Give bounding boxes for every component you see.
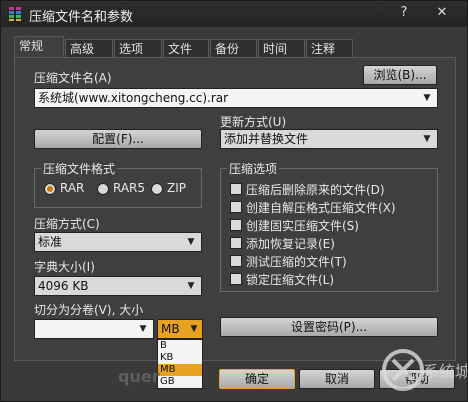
profiles-button[interactable]: 配置(F)... — [34, 129, 202, 149]
dialog-window: 压缩文件名和参数 ? ✕ 常规 高级 选项 文件 备份 时间 注释 压缩文件名(… — [0, 0, 468, 402]
title-bar: 压缩文件名和参数 ? ✕ — [1, 1, 467, 27]
chevron-down-icon[interactable]: ▼ — [137, 320, 149, 338]
archive-name-field[interactable]: 系统城(www.xitongcheng.cc).rar ▼ — [34, 88, 438, 108]
method-label: 压缩方式(C) — [34, 217, 100, 231]
winrar-app-icon — [9, 6, 21, 22]
option-label-recovery: 添加恢复记录(E) — [246, 237, 335, 251]
archive-name-label: 压缩文件名(A) — [34, 71, 112, 85]
chevron-down-icon[interactable]: ▼ — [185, 277, 197, 295]
dictionary-value: 4096 KB — [38, 279, 89, 293]
tab-files[interactable]: 文件 — [163, 39, 209, 57]
option-checkbox-test[interactable] — [230, 255, 242, 267]
archive-format-title: 压缩文件格式 — [41, 160, 118, 177]
tab-advanced[interactable]: 高级 — [65, 39, 113, 57]
format-label-zip: ZIP — [167, 181, 186, 195]
tab-time[interactable]: 时间 — [258, 39, 305, 57]
chevron-down-icon[interactable]: ▼ — [188, 320, 200, 338]
cancel-button[interactable]: 取消 — [299, 369, 375, 389]
option-checkbox-lock[interactable] — [230, 273, 242, 285]
set-password-button[interactable]: 设置密码(P)... — [220, 317, 438, 337]
unit-option-gb[interactable]: GB — [158, 376, 202, 388]
method-value: 标准 — [38, 235, 63, 249]
split-unit-select[interactable]: MB ▼ — [157, 319, 203, 339]
format-radio-zip[interactable] — [151, 183, 163, 195]
method-select[interactable]: 标准 ▼ — [34, 232, 202, 252]
option-label-delete: 压缩后删除原来的文件(D) — [246, 183, 385, 197]
close-icon[interactable]: ✕ — [433, 4, 451, 22]
split-label: 切分为分卷(V), 大小 — [34, 303, 144, 317]
tab-backup[interactable]: 备份 — [210, 39, 257, 57]
format-label-rar5: RAR5 — [113, 181, 146, 195]
update-mode-value: 添加并替换文件 — [224, 132, 309, 146]
chevron-down-icon[interactable]: ▼ — [185, 233, 197, 251]
browse-button[interactable]: 浏览(B)... — [363, 65, 437, 85]
unit-option-b[interactable]: B — [158, 340, 202, 352]
format-label-rar: RAR — [60, 181, 85, 195]
update-mode-select[interactable]: 添加并替换文件 ▼ — [220, 129, 438, 149]
chevron-down-icon[interactable]: ▼ — [421, 89, 433, 107]
option-label-lock: 锁定压缩文件(L) — [246, 273, 335, 287]
unit-option-kb[interactable]: KB — [158, 352, 202, 364]
split-unit-value: MB — [161, 322, 180, 336]
unit-option-mb[interactable]: MB — [158, 364, 202, 376]
option-label-test: 测试压缩的文件(T) — [246, 255, 347, 269]
ok-button[interactable]: 确定 — [219, 369, 295, 389]
option-checkbox-solid[interactable] — [230, 219, 242, 231]
option-label-sfx: 创建自解压格式压缩文件(X) — [246, 201, 396, 215]
archiving-options-title: 压缩选项 — [227, 160, 280, 177]
watermark-text: quer — [118, 367, 160, 386]
dictionary-label: 字典大小(I) — [34, 260, 95, 274]
update-mode-label: 更新方式(U) — [220, 115, 287, 129]
option-checkbox-recovery[interactable] — [230, 237, 242, 249]
chevron-down-icon[interactable]: ▼ — [421, 130, 433, 148]
format-radio-rar[interactable] — [44, 183, 56, 195]
split-unit-dropdown-list: B KB MB GB — [157, 339, 203, 389]
window-title: 压缩文件名和参数 — [29, 10, 134, 25]
dictionary-select[interactable]: 4096 KB ▼ — [34, 276, 202, 296]
help-icon[interactable]: ? — [395, 4, 413, 22]
tab-general[interactable]: 常规 — [14, 36, 64, 58]
format-radio-rar5[interactable] — [97, 183, 109, 195]
split-size-input[interactable]: ▼ — [34, 319, 154, 339]
option-label-solid: 创建固实压缩文件(S) — [246, 219, 359, 233]
archive-name-value: 系统城(www.xitongcheng.cc).rar — [38, 91, 229, 105]
site-logo-text: 系统城 — [423, 362, 467, 381]
option-checkbox-delete[interactable] — [230, 183, 242, 195]
option-checkbox-sfx[interactable] — [230, 201, 242, 213]
tab-comment[interactable]: 注释 — [306, 39, 353, 57]
tab-options[interactable]: 选项 — [114, 39, 162, 57]
site-logo: 系统城 — [382, 349, 467, 391]
